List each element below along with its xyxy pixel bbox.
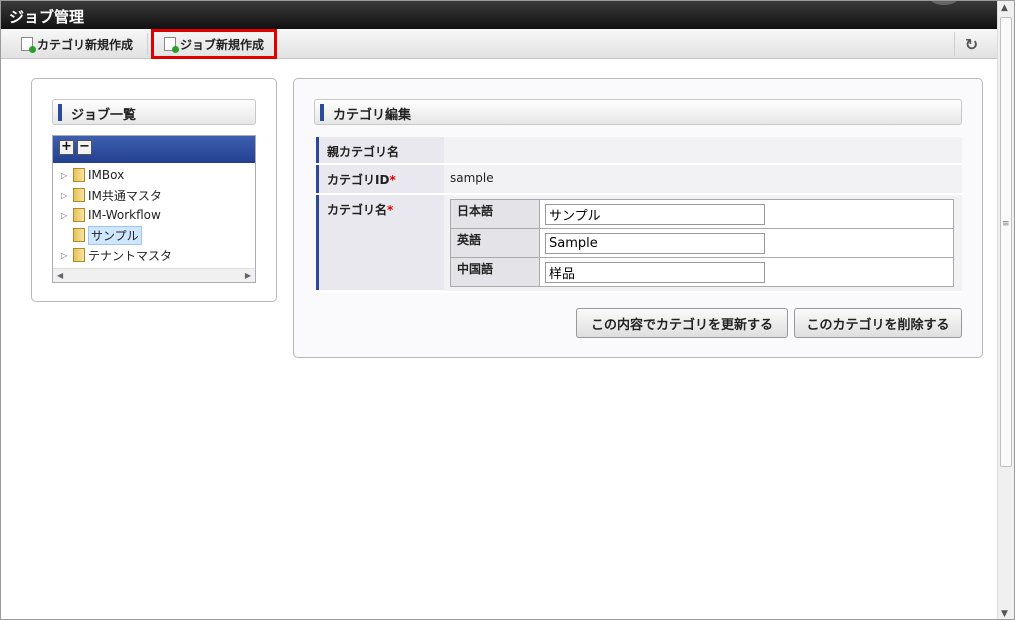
form-row-parent-category: 親カテゴリ名 xyxy=(316,137,962,165)
refresh-button[interactable]: ↻ xyxy=(954,32,988,56)
language-cell xyxy=(539,257,954,287)
titlebar-knob xyxy=(930,1,958,5)
category-name-label: カテゴリ名 xyxy=(327,203,388,217)
form-row-category-id: カテゴリID* sample xyxy=(316,165,962,195)
job-tree: + − ▷ IMBox ▷ IM共通マスタ ▷ IM-Workflow サンプル… xyxy=(52,135,256,283)
expand-all-button[interactable]: + xyxy=(59,140,74,155)
tree-item-im-common-master[interactable]: ▷ IM共通マスタ xyxy=(53,185,255,205)
window-title: ジョブ管理 xyxy=(9,8,85,26)
delete-category-button[interactable]: このカテゴリを削除する xyxy=(794,308,962,338)
language-row-japanese: 日本語 xyxy=(450,199,954,229)
category-name-values: 日本語 英語 中国語 xyxy=(444,195,962,291)
expand-arrow-icon[interactable]: ▷ xyxy=(61,251,73,260)
scroll-grip-icon: ≡ xyxy=(1002,219,1010,229)
language-cell xyxy=(539,228,954,258)
toolbar-separator xyxy=(147,33,148,55)
parent-category-label: 親カテゴリ名 xyxy=(316,137,444,163)
tree-item-imbox[interactable]: ▷ IMBox xyxy=(53,165,255,185)
language-label-japanese: 日本語 xyxy=(450,199,540,229)
category-id-label: カテゴリID xyxy=(327,173,390,187)
language-cell xyxy=(539,199,954,229)
folder-icon xyxy=(73,248,85,262)
tree-item-label: サンプル xyxy=(88,225,142,245)
tree-horizontal-scrollbar[interactable]: ◀ ▶ xyxy=(53,268,255,282)
tree-item-label: IMBox xyxy=(88,168,125,182)
tree-list: ▷ IMBox ▷ IM共通マスタ ▷ IM-Workflow サンプル ▷ テ… xyxy=(53,163,255,265)
tree-item-label: テナントマスタ xyxy=(88,248,173,263)
window-titlebar: ジョブ管理 xyxy=(1,1,998,29)
tree-item-label: IM共通マスタ xyxy=(88,188,162,203)
new-document-icon xyxy=(164,37,179,53)
scroll-down-icon[interactable]: ▼ xyxy=(1001,609,1008,619)
category-id-value: sample xyxy=(444,165,962,193)
scroll-up-icon[interactable]: ▲ xyxy=(1001,3,1008,13)
create-category-button[interactable]: カテゴリ新規作成 xyxy=(15,32,139,56)
category-edit-panel: カテゴリ編集 親カテゴリ名 カテゴリID* sample カテゴリ名* 日本語 … xyxy=(293,78,983,358)
create-category-label: カテゴリ新規作成 xyxy=(37,37,134,52)
category-form: 親カテゴリ名 カテゴリID* sample カテゴリ名* 日本語 サンプル 英語… xyxy=(316,137,962,293)
refresh-icon: ↻ xyxy=(964,34,979,54)
language-row-english: 英語 xyxy=(450,228,954,258)
required-mark: * xyxy=(389,173,396,187)
parent-category-value xyxy=(444,137,962,163)
language-label-chinese: 中国語 xyxy=(450,257,540,287)
create-job-label: ジョブ新規作成 xyxy=(180,37,265,52)
category-id-label-cell: カテゴリID* xyxy=(316,165,444,193)
name-input-japanese[interactable] xyxy=(545,203,765,225)
category-name-label-cell: カテゴリ名* xyxy=(316,195,444,290)
create-job-button[interactable]: ジョブ新規作成 xyxy=(151,29,278,59)
form-row-category-name: カテゴリ名* 日本語 英語 中国語 xyxy=(316,195,962,293)
collapse-all-button[interactable]: − xyxy=(77,140,92,155)
name-input-chinese[interactable] xyxy=(545,261,765,283)
tree-item-label: IM-Workflow xyxy=(88,208,161,222)
name-input-english[interactable] xyxy=(545,232,765,254)
language-row-chinese: 中国語 xyxy=(450,257,954,287)
tree-item-im-workflow[interactable]: ▷ IM-Workflow xyxy=(53,205,255,225)
scroll-right-icon[interactable]: ▶ xyxy=(245,271,251,280)
scroll-left-icon[interactable]: ◀ xyxy=(57,271,63,280)
update-category-button[interactable]: この内容でカテゴリを更新する xyxy=(576,308,788,338)
page-vertical-scrollbar[interactable]: ▲ ≡ ▼ xyxy=(997,1,1014,619)
required-mark: * xyxy=(387,203,394,217)
expand-arrow-icon[interactable]: ▷ xyxy=(61,191,73,200)
expand-arrow-icon[interactable]: ▷ xyxy=(61,171,73,180)
toolbar: カテゴリ新規作成 ジョブ新規作成 ↻ xyxy=(1,29,998,59)
language-label-english: 英語 xyxy=(450,228,540,258)
scroll-thumb[interactable] xyxy=(1000,17,1012,467)
folder-icon xyxy=(73,208,85,222)
folder-icon xyxy=(73,168,85,182)
tree-toolbar: + − xyxy=(53,136,255,163)
job-list-heading: ジョブ一覧 xyxy=(52,99,256,125)
language-name-table: 日本語 英語 中国語 xyxy=(450,199,954,287)
expand-arrow-icon[interactable]: ▷ xyxy=(61,211,73,220)
tree-item-sample[interactable]: サンプル xyxy=(53,225,255,245)
category-edit-heading: カテゴリ編集 xyxy=(314,99,962,125)
tree-item-tenant-master[interactable]: ▷ テナントマスタ xyxy=(53,245,255,265)
app-window: ジョブ管理 カテゴリ新規作成 ジョブ新規作成 ↻ ジョブ一覧 + − ▷ IMB… xyxy=(0,0,1015,620)
folder-icon xyxy=(73,228,85,242)
new-document-icon xyxy=(21,37,36,53)
folder-icon xyxy=(73,188,85,202)
job-list-panel: ジョブ一覧 + − ▷ IMBox ▷ IM共通マスタ ▷ IM-Workflo… xyxy=(31,78,277,302)
